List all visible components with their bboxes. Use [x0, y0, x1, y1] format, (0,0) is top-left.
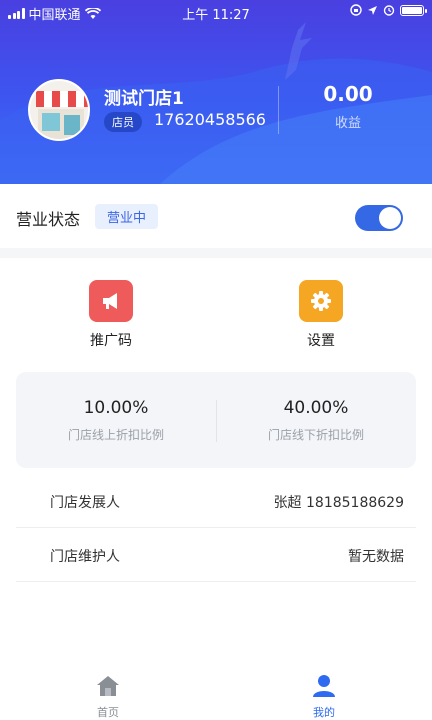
offline-discount: 40.00% 门店线下折扣比例 — [216, 398, 416, 443]
income-value[interactable]: 0.00 — [290, 82, 406, 106]
info-row-value: 暂无数据 — [348, 549, 404, 565]
tab-mine[interactable]: 我的 — [284, 674, 364, 720]
battery-icon — [400, 4, 427, 16]
toggle-knob — [379, 207, 401, 229]
business-status-badge: 营业中 — [95, 204, 159, 229]
user-icon — [313, 675, 335, 697]
status-bar: 中国联通 上午 11:27 — [0, 0, 432, 24]
alarm-icon — [383, 5, 395, 16]
location-icon — [368, 5, 377, 15]
section-gap — [0, 248, 432, 258]
info-row-key: 门店发展人 — [50, 495, 120, 511]
info-row-key: 门店维护人 — [50, 549, 120, 565]
online-discount: 10.00% 门店线上折扣比例 — [16, 398, 216, 443]
discount-card: 10.00% 门店线上折扣比例 40.00% 门店线下折扣比例 — [16, 372, 416, 468]
online-discount-value: 10.00% — [83, 398, 149, 418]
promo-code-label: 推广码 — [90, 333, 132, 349]
tab-home[interactable]: 首页 — [68, 674, 148, 720]
settings-label: 设置 — [307, 333, 335, 349]
tab-bar: 首页 我的 — [0, 664, 432, 720]
offline-discount-value: 40.00% — [283, 398, 349, 418]
offline-discount-label: 门店线下折扣比例 — [267, 428, 364, 442]
role-badge: 店员 — [104, 112, 142, 132]
business-status-title: 营业状态 — [16, 210, 81, 229]
gear-icon — [299, 280, 343, 322]
settings-button[interactable]: 设置 — [261, 280, 381, 350]
home-icon — [97, 676, 119, 696]
business-status-section: 营业状态 营业中 — [0, 184, 432, 248]
tab-home-label: 首页 — [97, 706, 119, 719]
income-label: 收益 — [334, 116, 361, 131]
orientation-lock-icon — [350, 4, 362, 16]
phone-number: 17620458566 — [154, 110, 266, 129]
online-discount-label: 门店线上折扣比例 — [67, 428, 164, 442]
megaphone-icon — [89, 280, 133, 322]
promo-code-button[interactable]: 推广码 — [51, 280, 171, 350]
store-avatar[interactable] — [28, 79, 90, 141]
info-row-developer: 门店发展人 张超 18185188629 — [16, 474, 416, 528]
business-status-toggle[interactable] — [355, 205, 403, 231]
header-divider — [278, 86, 279, 134]
profile-header: 中国联通 上午 11:27 测试门店1 店员 17620458566 0.00 … — [0, 0, 432, 184]
store-name: 测试门店1 — [104, 89, 184, 109]
tab-mine-label: 我的 — [313, 706, 335, 719]
info-row-maintainer: 门店维护人 暂无数据 — [16, 528, 416, 582]
info-row-value: 张超 18185188629 — [273, 495, 404, 511]
